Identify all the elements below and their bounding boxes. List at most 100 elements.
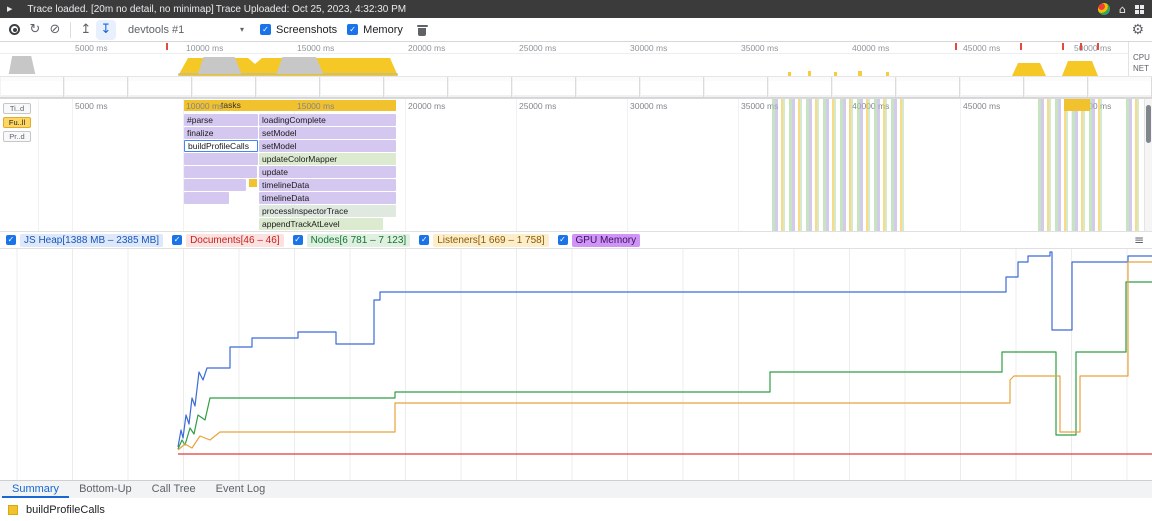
- ruler-tick: 5000 ms: [75, 101, 108, 111]
- flame-event[interactable]: timelineData: [259, 192, 396, 204]
- memory-counters-chart[interactable]: [0, 249, 1152, 480]
- ruler-tick: 20000 ms: [408, 43, 445, 53]
- tab-call-tree[interactable]: Call Tree: [142, 481, 206, 498]
- screenshot-filmstrip[interactable]: [0, 76, 1152, 98]
- cpu-track-label: CPU: [1133, 53, 1150, 62]
- screenshots-checkbox[interactable]: ✓: [260, 24, 271, 35]
- ruler-tick: 10000 ms: [186, 101, 223, 111]
- selected-event-name: buildProfileCalls: [26, 504, 105, 516]
- flame-event[interactable]: #parse: [184, 114, 258, 126]
- flame-event[interactable]: [184, 192, 229, 204]
- legend-item-documents[interactable]: ✓ Documents[46 – 46]: [172, 234, 284, 247]
- cpu-activity-graph: [0, 54, 1128, 76]
- js-heap-label: JS Heap[1388 MB – 2385 MB]: [20, 234, 163, 247]
- trace-status-text: Trace loaded. [20m no detail, no minimap…: [27, 4, 213, 15]
- flame-event[interactable]: updateColorMapper: [259, 153, 396, 165]
- ruler-tick: 20000 ms: [408, 101, 445, 111]
- flame-scrollbar-thumb[interactable]: [1146, 105, 1151, 143]
- flame-event[interactable]: setModel: [259, 127, 396, 139]
- flame-event[interactable]: finalize: [184, 127, 258, 139]
- nodes-label: Nodes[6 781 – 7 123]: [307, 234, 411, 247]
- tab-bottom-up[interactable]: Bottom-Up: [69, 481, 142, 498]
- memory-series-nodes: [178, 282, 1152, 449]
- long-task-marker: [166, 43, 168, 50]
- ruler-tick: 10000 ms: [186, 43, 223, 53]
- summary-pane: buildProfileCalls: [0, 498, 1152, 521]
- long-task-marker: [1020, 43, 1022, 50]
- upload-profile-button[interactable]: ↥: [76, 20, 96, 40]
- expand-arrow-icon[interactable]: ▶: [7, 5, 12, 13]
- settings-gear-button[interactable]: ⚙: [1131, 22, 1144, 38]
- ruler-tick: 15000 ms: [297, 43, 334, 53]
- event-color-swatch: [8, 505, 18, 515]
- flame-event-task[interactable]: [1064, 99, 1090, 111]
- flame-event[interactable]: [184, 179, 246, 191]
- performance-toolbar: ↻ ⊘ ↥ ↧ devtools #1 ▾ ✓ Screenshots ✓ Me…: [0, 18, 1152, 42]
- avatar[interactable]: [1098, 3, 1110, 15]
- flame-chart[interactable]: Ti..d Fu..ll Pr..d tasks 5000 ms 10000 m…: [0, 98, 1152, 231]
- documents-label: Documents[46 – 46]: [186, 234, 284, 247]
- memory-toggle[interactable]: ✓ Memory: [347, 24, 403, 36]
- activity-cluster[interactable]: [1126, 99, 1143, 232]
- flame-event[interactable]: setModel: [259, 140, 396, 152]
- ruler-tick: 45000 ms: [963, 43, 1000, 53]
- history-select[interactable]: devtools #1 ▾: [128, 24, 250, 36]
- ruler-tick: 35000 ms: [741, 43, 778, 53]
- memory-label: Memory: [363, 24, 403, 36]
- long-task-marker: [1062, 43, 1064, 50]
- legend-item-listeners[interactable]: ✓ Listeners[1 669 – 1 758]: [419, 234, 548, 247]
- history-selected-value: devtools #1: [128, 24, 184, 36]
- devtools-performance-panel: ▶ Trace loaded. [20m no detail, no minim…: [0, 0, 1152, 521]
- record-button[interactable]: [9, 24, 20, 35]
- clear-button[interactable]: ⊘: [45, 20, 65, 40]
- apps-grid-icon[interactable]: [1135, 5, 1144, 14]
- memory-checkbox[interactable]: ✓: [347, 24, 358, 35]
- track-chip-process[interactable]: Pr..d: [3, 131, 31, 142]
- listeners-label: Listeners[1 669 – 1 758]: [433, 234, 548, 247]
- legend-item-nodes[interactable]: ✓ Nodes[6 781 – 7 123]: [293, 234, 411, 247]
- memory-series-js-heap: [178, 252, 1152, 447]
- activity-cluster[interactable]: [1038, 99, 1106, 232]
- track-chip-timings[interactable]: Ti..d: [3, 103, 31, 114]
- screenshots-toggle[interactable]: ✓ Screenshots: [260, 24, 337, 36]
- flame-event[interactable]: appendTrackAtLevel: [259, 218, 383, 230]
- js-heap-checkbox[interactable]: ✓: [6, 235, 16, 245]
- ruler-tick: 25000 ms: [519, 101, 556, 111]
- legend-item-js-heap[interactable]: ✓ JS Heap[1388 MB – 2385 MB]: [6, 234, 163, 247]
- flame-event-small[interactable]: [249, 179, 257, 187]
- legend-menu-icon[interactable]: ≡: [1134, 233, 1144, 247]
- cpu-overview-band[interactable]: [0, 54, 1128, 76]
- overview-ruler: 5000 ms 10000 ms 15000 ms 20000 ms 25000…: [0, 42, 1128, 54]
- memory-chart-svg: [0, 249, 1152, 480]
- flame-event[interactable]: processInspectorTrace: [259, 205, 396, 217]
- track-chip-selected[interactable]: Fu..ll: [3, 117, 31, 128]
- collect-garbage-button[interactable]: [417, 24, 428, 36]
- flame-event[interactable]: loadingComplete: [259, 114, 396, 126]
- listeners-checkbox[interactable]: ✓: [419, 235, 429, 245]
- long-task-marker: [1097, 43, 1099, 50]
- flame-event-selected[interactable]: buildProfileCalls: [184, 140, 258, 152]
- home-icon[interactable]: ⌂: [1119, 4, 1126, 15]
- legend-item-gpu-memory[interactable]: ✓ GPU Memory: [558, 234, 641, 247]
- chevron-down-icon: ▾: [240, 25, 244, 34]
- trace-uploaded-text: Trace Uploaded: Oct 25, 2023, 4:32:30 PM: [216, 4, 406, 15]
- download-profile-button[interactable]: ↧: [96, 20, 116, 40]
- tab-summary[interactable]: Summary: [2, 481, 69, 498]
- ruler-tick: 30000 ms: [630, 43, 667, 53]
- nodes-checkbox[interactable]: ✓: [293, 235, 303, 245]
- toolbar-divider: [70, 22, 71, 38]
- reload-and-record-button[interactable]: ↻: [25, 20, 45, 40]
- long-task-marker: [955, 43, 957, 50]
- ruler-tick: 45000 ms: [963, 101, 1000, 111]
- flame-event[interactable]: [184, 166, 257, 178]
- ruler-tick: 5000 ms: [75, 43, 108, 53]
- tab-event-log[interactable]: Event Log: [206, 481, 276, 498]
- activity-cluster[interactable]: [772, 99, 906, 232]
- flame-event[interactable]: [184, 153, 258, 165]
- flame-event[interactable]: update: [259, 166, 396, 178]
- documents-checkbox[interactable]: ✓: [172, 235, 182, 245]
- flame-event[interactable]: timelineData: [259, 179, 396, 191]
- screenshots-label: Screenshots: [276, 24, 337, 36]
- gpu-memory-checkbox[interactable]: ✓: [558, 235, 568, 245]
- details-tabbar: Summary Bottom-Up Call Tree Event Log: [0, 480, 1152, 498]
